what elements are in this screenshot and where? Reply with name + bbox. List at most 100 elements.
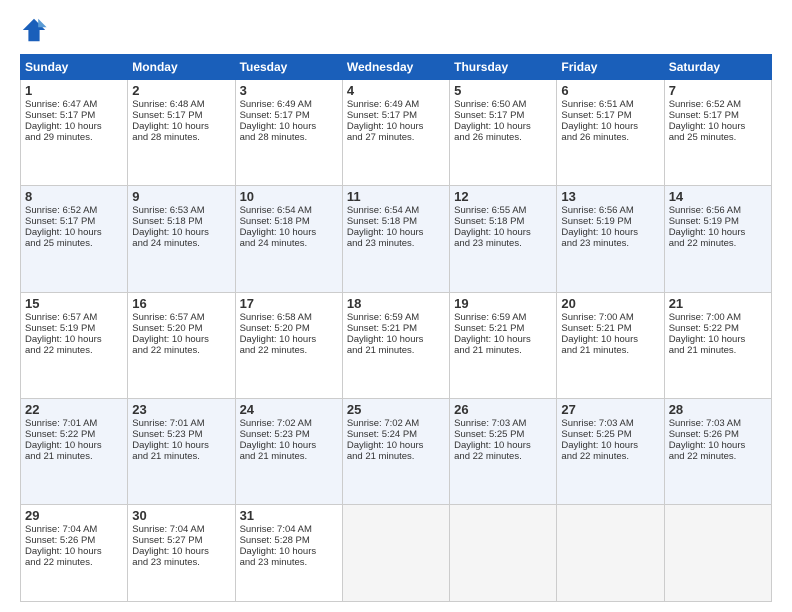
day-info: Daylight: 10 hours — [669, 440, 767, 451]
day-info: and 22 minutes. — [669, 451, 767, 462]
day-info: Sunset: 5:26 PM — [669, 429, 767, 440]
calendar: SundayMondayTuesdayWednesdayThursdayFrid… — [20, 54, 772, 602]
day-info: Sunset: 5:20 PM — [240, 323, 338, 334]
day-info: Sunrise: 6:47 AM — [25, 99, 123, 110]
calendar-cell: 13Sunrise: 6:56 AMSunset: 5:19 PMDayligh… — [557, 186, 664, 292]
day-info: Daylight: 10 hours — [347, 440, 445, 451]
calendar-cell: 20Sunrise: 7:00 AMSunset: 5:21 PMDayligh… — [557, 292, 664, 398]
calendar-cell: 15Sunrise: 6:57 AMSunset: 5:19 PMDayligh… — [21, 292, 128, 398]
day-info: Sunset: 5:19 PM — [25, 323, 123, 334]
day-info: and 21 minutes. — [132, 451, 230, 462]
day-number: 15 — [25, 296, 123, 311]
calendar-cell: 14Sunrise: 6:56 AMSunset: 5:19 PMDayligh… — [664, 186, 771, 292]
day-info: Sunset: 5:18 PM — [132, 216, 230, 227]
day-info: and 25 minutes. — [669, 132, 767, 143]
day-number: 27 — [561, 402, 659, 417]
day-info: Sunset: 5:27 PM — [132, 535, 230, 546]
calendar-cell — [342, 505, 449, 602]
day-info: Sunset: 5:25 PM — [561, 429, 659, 440]
day-info: Sunset: 5:19 PM — [669, 216, 767, 227]
day-number: 25 — [347, 402, 445, 417]
day-info: Sunset: 5:20 PM — [132, 323, 230, 334]
calendar-cell — [557, 505, 664, 602]
day-info: Sunrise: 6:56 AM — [669, 205, 767, 216]
day-info: Daylight: 10 hours — [454, 334, 552, 345]
day-info: Daylight: 10 hours — [347, 121, 445, 132]
day-info: Sunset: 5:28 PM — [240, 535, 338, 546]
day-info: Sunset: 5:21 PM — [347, 323, 445, 334]
day-number: 23 — [132, 402, 230, 417]
day-info: Sunrise: 6:57 AM — [25, 312, 123, 323]
day-info: and 21 minutes. — [454, 345, 552, 356]
day-number: 31 — [240, 508, 338, 523]
day-info: Sunset: 5:17 PM — [454, 110, 552, 121]
day-info: Daylight: 10 hours — [561, 227, 659, 238]
day-number: 2 — [132, 83, 230, 98]
day-info: Sunset: 5:17 PM — [132, 110, 230, 121]
day-info: Sunset: 5:17 PM — [561, 110, 659, 121]
calendar-cell: 10Sunrise: 6:54 AMSunset: 5:18 PMDayligh… — [235, 186, 342, 292]
day-info: and 22 minutes. — [669, 238, 767, 249]
day-info: Daylight: 10 hours — [240, 121, 338, 132]
calendar-cell: 12Sunrise: 6:55 AMSunset: 5:18 PMDayligh… — [450, 186, 557, 292]
calendar-header-monday: Monday — [128, 55, 235, 80]
day-info: Daylight: 10 hours — [347, 227, 445, 238]
day-info: and 22 minutes. — [25, 345, 123, 356]
day-info: Sunrise: 6:50 AM — [454, 99, 552, 110]
day-info: and 26 minutes. — [561, 132, 659, 143]
day-info: Daylight: 10 hours — [454, 227, 552, 238]
day-info: and 29 minutes. — [25, 132, 123, 143]
day-info: Sunrise: 6:49 AM — [347, 99, 445, 110]
day-info: Daylight: 10 hours — [561, 334, 659, 345]
day-info: and 21 minutes. — [347, 451, 445, 462]
calendar-cell: 25Sunrise: 7:02 AMSunset: 5:24 PMDayligh… — [342, 398, 449, 504]
day-info: Sunrise: 7:04 AM — [132, 524, 230, 535]
day-number: 13 — [561, 189, 659, 204]
day-info: and 24 minutes. — [132, 238, 230, 249]
day-info: Sunset: 5:18 PM — [347, 216, 445, 227]
calendar-cell: 18Sunrise: 6:59 AMSunset: 5:21 PMDayligh… — [342, 292, 449, 398]
calendar-cell: 6Sunrise: 6:51 AMSunset: 5:17 PMDaylight… — [557, 80, 664, 186]
calendar-cell: 17Sunrise: 6:58 AMSunset: 5:20 PMDayligh… — [235, 292, 342, 398]
day-number: 28 — [669, 402, 767, 417]
day-number: 22 — [25, 402, 123, 417]
day-number: 16 — [132, 296, 230, 311]
day-info: Daylight: 10 hours — [132, 334, 230, 345]
calendar-cell: 29Sunrise: 7:04 AMSunset: 5:26 PMDayligh… — [21, 505, 128, 602]
calendar-cell — [450, 505, 557, 602]
logo-icon — [20, 16, 48, 44]
day-info: Daylight: 10 hours — [669, 227, 767, 238]
calendar-cell: 9Sunrise: 6:53 AMSunset: 5:18 PMDaylight… — [128, 186, 235, 292]
day-info: Sunset: 5:22 PM — [669, 323, 767, 334]
calendar-cell — [664, 505, 771, 602]
calendar-cell: 21Sunrise: 7:00 AMSunset: 5:22 PMDayligh… — [664, 292, 771, 398]
day-info: Sunset: 5:25 PM — [454, 429, 552, 440]
calendar-header-saturday: Saturday — [664, 55, 771, 80]
day-info: Daylight: 10 hours — [561, 121, 659, 132]
day-info: Sunset: 5:21 PM — [561, 323, 659, 334]
calendar-cell: 19Sunrise: 6:59 AMSunset: 5:21 PMDayligh… — [450, 292, 557, 398]
day-info: Daylight: 10 hours — [132, 227, 230, 238]
day-info: Sunrise: 7:03 AM — [454, 418, 552, 429]
day-info: and 28 minutes. — [132, 132, 230, 143]
day-info: and 28 minutes. — [240, 132, 338, 143]
day-info: Sunrise: 6:59 AM — [454, 312, 552, 323]
day-info: and 22 minutes. — [561, 451, 659, 462]
day-number: 6 — [561, 83, 659, 98]
calendar-cell: 26Sunrise: 7:03 AMSunset: 5:25 PMDayligh… — [450, 398, 557, 504]
logo — [20, 16, 52, 44]
day-info: and 21 minutes. — [25, 451, 123, 462]
day-info: Sunset: 5:26 PM — [25, 535, 123, 546]
day-info: Sunrise: 6:55 AM — [454, 205, 552, 216]
day-info: Daylight: 10 hours — [25, 546, 123, 557]
day-info: Daylight: 10 hours — [454, 121, 552, 132]
calendar-cell: 27Sunrise: 7:03 AMSunset: 5:25 PMDayligh… — [557, 398, 664, 504]
day-info: Sunrise: 6:58 AM — [240, 312, 338, 323]
day-info: Sunset: 5:19 PM — [561, 216, 659, 227]
calendar-cell: 4Sunrise: 6:49 AMSunset: 5:17 PMDaylight… — [342, 80, 449, 186]
calendar-cell: 3Sunrise: 6:49 AMSunset: 5:17 PMDaylight… — [235, 80, 342, 186]
calendar-cell: 8Sunrise: 6:52 AMSunset: 5:17 PMDaylight… — [21, 186, 128, 292]
day-info: Sunrise: 6:49 AM — [240, 99, 338, 110]
day-number: 9 — [132, 189, 230, 204]
day-number: 4 — [347, 83, 445, 98]
